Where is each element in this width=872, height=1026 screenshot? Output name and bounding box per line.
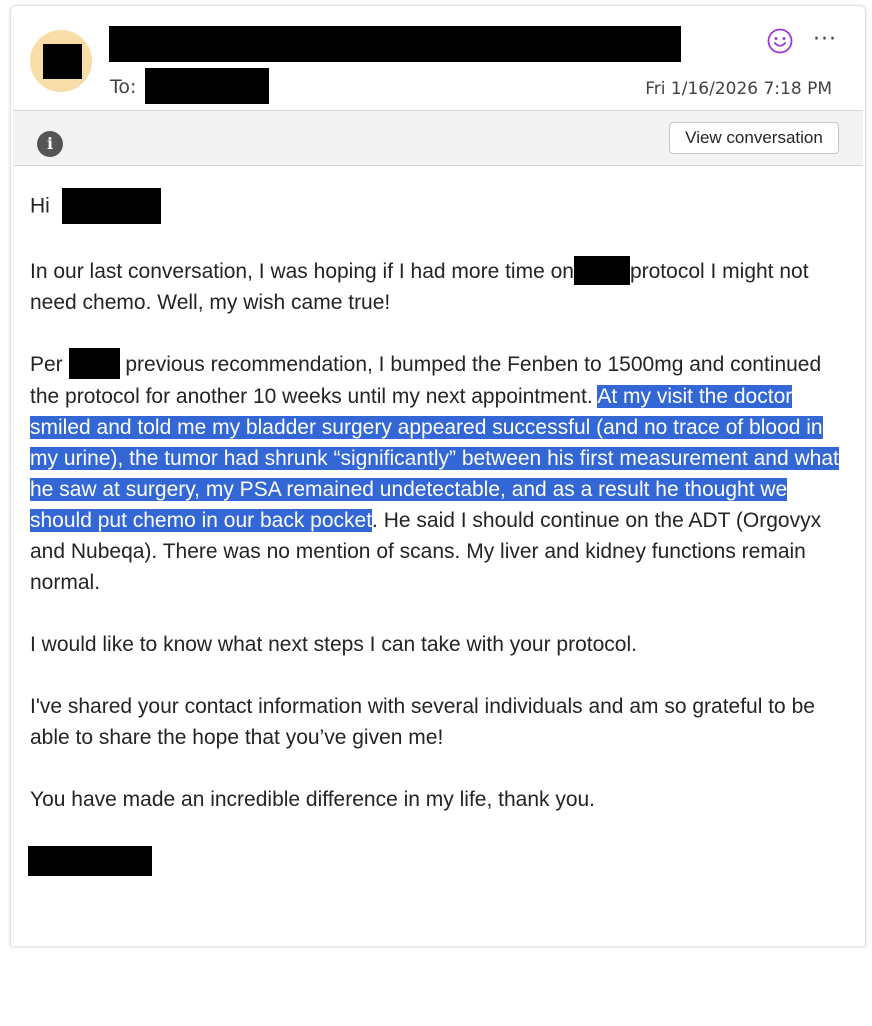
paragraph-2-start: Per [30, 353, 63, 376]
view-conversation-button[interactable]: View conversation [669, 122, 839, 154]
paragraph-5: You have made an incredible difference i… [30, 787, 596, 811]
signature-redaction [28, 845, 152, 876]
recipient-name-redaction [61, 188, 161, 224]
more-options-icon[interactable]: ··· [811, 27, 839, 55]
protocol-name-redaction [573, 255, 630, 285]
avatar-initials-redaction [43, 44, 82, 79]
info-bar: i View conversation [13, 110, 863, 166]
doctor-name-redaction [68, 347, 120, 379]
greeting: Hi [30, 194, 50, 218]
smiley-icon[interactable] [766, 27, 794, 55]
info-icon[interactable]: i [37, 131, 63, 157]
email-reading-pane: To: Fri 1/16/2026 7:18 PM ··· i View con… [10, 5, 866, 946]
sent-date: Fri 1/16/2026 7:18 PM [645, 79, 832, 99]
paragraph-1-start: In our last conversation, I was hoping i… [30, 260, 574, 283]
to-label: To: [110, 76, 137, 98]
greeting-line: Hi [30, 188, 850, 225]
recipient-redaction[interactable] [145, 68, 269, 104]
sender-avatar[interactable] [30, 30, 92, 92]
sender-name-redaction [109, 26, 681, 62]
paragraph-1: In our last conversation, I was hoping i… [30, 255, 850, 318]
paragraph-3: I would like to know what next steps I c… [30, 632, 637, 656]
paragraph-2: Per previous recommendation, I bumped th… [30, 347, 850, 598]
paragraph-4: I've shared your contact information wit… [30, 694, 815, 749]
message-body: Hi In our last conversation, I was hopin… [28, 188, 850, 876]
